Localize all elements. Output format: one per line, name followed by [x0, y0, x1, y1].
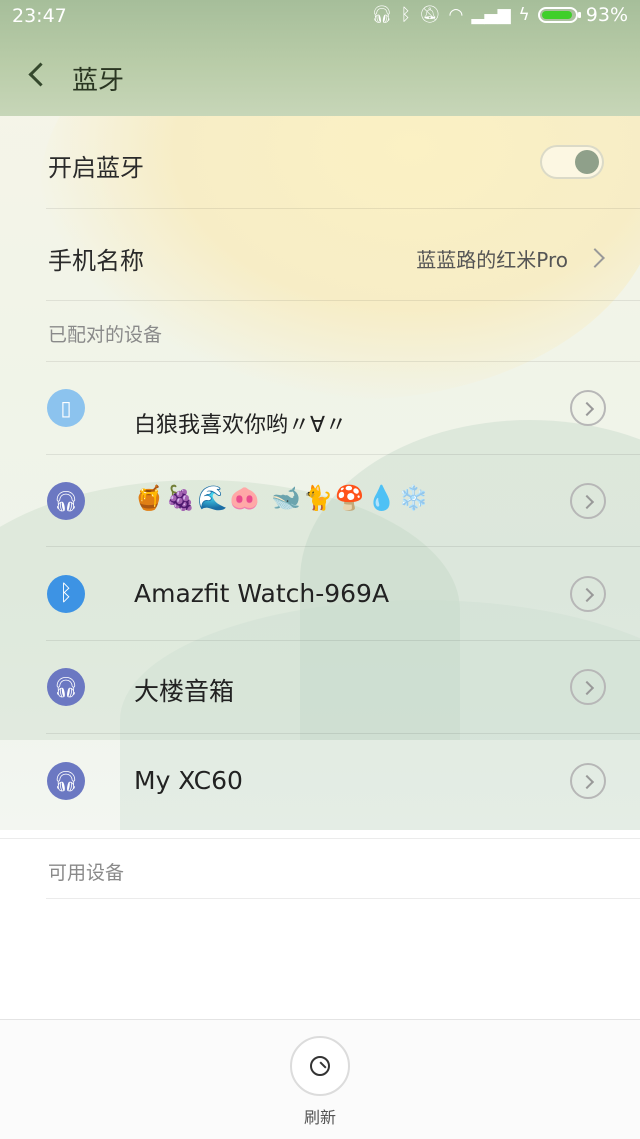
device-detail-button[interactable] [570, 763, 606, 799]
bluetooth-toggle[interactable] [540, 145, 604, 179]
bottom-bar: 刷新 [0, 1019, 640, 1139]
enable-bluetooth-label: 开启蓝牙 [48, 154, 144, 182]
device-detail-button[interactable] [570, 576, 606, 612]
paired-device-name: Amazfit Watch-969A [134, 579, 390, 608]
page-title: 蓝牙 [72, 66, 125, 96]
chevron-left-icon [28, 62, 53, 87]
divider [46, 898, 640, 899]
signal-icon: ▂▄▆ [471, 5, 511, 25]
bluetooth-icon: ᛒ [47, 575, 85, 613]
status-time: 23:47 [12, 5, 67, 27]
divider [46, 300, 640, 301]
paired-device-name: 🍯🍇🌊🐽 🐋🐈🍄💧❄️ [134, 484, 431, 512]
dnd-icon: 🔕︎ [418, 5, 441, 25]
paired-device-name: 白狼我喜欢你哟〃∀〃 [134, 413, 348, 438]
battery-icon [537, 7, 581, 23]
chevron-right-icon [579, 401, 595, 417]
battery-percent: 93% [585, 4, 628, 26]
wifi-icon: ◠ [448, 5, 464, 25]
status-icons: 🎧︎ ᛒ 🔕︎ ◠ ▂▄▆ ϟ 93% [371, 4, 628, 26]
toggle-knob [575, 150, 599, 174]
device-detail-button[interactable] [570, 669, 606, 705]
chevron-right-icon [579, 774, 595, 790]
chevron-right-icon [585, 248, 605, 268]
battery-fill [541, 11, 572, 19]
paired-device-row[interactable]: ᛒ Amazfit Watch-969A [0, 547, 640, 641]
header: 23:47 🎧︎ ᛒ 🔕︎ ◠ ▂▄▆ ϟ 93% 蓝牙 [0, 0, 640, 116]
refresh-button[interactable] [290, 1036, 350, 1096]
divider [0, 838, 640, 839]
headset-icon: 🎧︎ [47, 482, 85, 520]
paired-device-name: 大楼音箱 [134, 677, 235, 706]
status-bar: 23:47 🎧︎ ᛒ 🔕︎ ◠ ▂▄▆ ϟ 93% [0, 0, 640, 32]
paired-device-row[interactable]: 🎧︎ My XC60 [0, 734, 640, 828]
paired-device-row[interactable]: ▯ 白狼我喜欢你哟〃∀〃 [0, 362, 640, 455]
headset-icon: 🎧︎ [47, 668, 85, 706]
device-name-label: 手机名称 [48, 247, 144, 275]
phone-icon: ▯ [47, 389, 85, 427]
bluetooth-icon: ᛒ [400, 5, 411, 25]
device-name-value: 蓝蓝路的红米Pro [416, 248, 568, 272]
chevron-right-icon [579, 680, 595, 696]
paired-device-row[interactable]: 🎧︎ 🍯🍇🌊🐽 🐋🐈🍄💧❄️ [0, 455, 640, 547]
nav-bar: 蓝牙 [0, 40, 640, 110]
chevron-right-icon [579, 587, 595, 603]
device-detail-button[interactable] [570, 390, 606, 426]
chevron-right-icon [579, 494, 595, 510]
headset-icon: 🎧︎ [47, 762, 85, 800]
device-detail-button[interactable] [570, 483, 606, 519]
paired-section-title: 已配对的设备 [48, 324, 163, 346]
available-section-title: 可用设备 [48, 862, 125, 884]
paired-device-name: My XC60 [134, 766, 243, 795]
headset-icon: 🎧︎ [371, 5, 393, 25]
refresh-label: 刷新 [303, 1108, 336, 1127]
paired-device-row[interactable]: 🎧︎ 大楼音箱 [0, 641, 640, 734]
device-name-row[interactable]: 手机名称 蓝蓝路的红米Pro [0, 209, 640, 301]
back-button[interactable] [24, 58, 54, 92]
charging-icon: ϟ [518, 5, 530, 25]
available-devices-area: 可用设备 [0, 830, 640, 1020]
refresh-icon [310, 1056, 330, 1076]
